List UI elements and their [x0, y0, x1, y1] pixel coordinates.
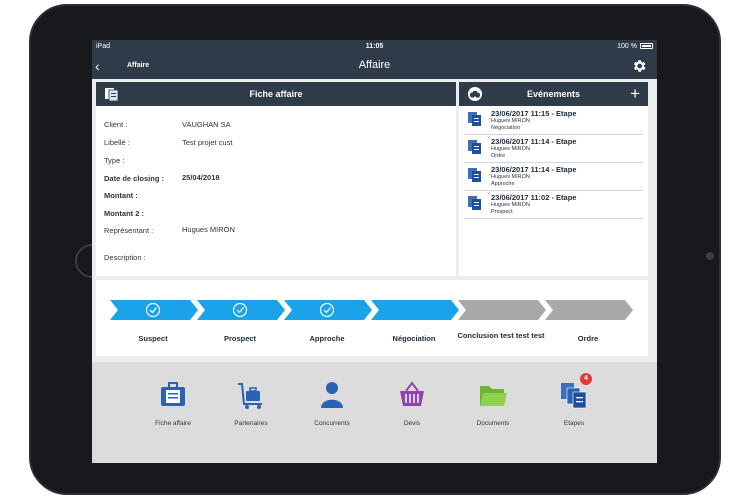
evenements-title: Evénements — [526, 89, 581, 99]
date-closing-value: 25/04/2018 — [182, 173, 220, 182]
evenements-panel: Evénements + 23/06/2017 11:15 - Etape Hu… — [459, 82, 648, 276]
libelle-label: Libellé : — [104, 138, 130, 147]
event-user: Hugues MIRON — [491, 146, 530, 152]
stage-doc-icon — [468, 140, 481, 154]
event-title: 23/06/2017 11:15 - Etape — [491, 109, 577, 118]
toolbar-label: Etapes — [563, 420, 585, 427]
event-stage: Ordre — [491, 153, 506, 159]
toolbar-label: Documents — [476, 420, 510, 427]
event-stage: Prospect — [491, 209, 513, 215]
montant-label: Montant : — [104, 191, 138, 200]
toolbar-label: Fiche affaire — [155, 420, 191, 427]
client-value: VAUGHAN SA — [182, 120, 231, 129]
step-label: Suspect — [138, 334, 168, 343]
add-event-icon[interactable]: + — [630, 85, 640, 102]
toolbar-fiche-affaire[interactable]: Fiche affaire — [138, 380, 208, 427]
page-title: Affaire — [358, 59, 391, 71]
montant2-label: Montant 2 : — [104, 209, 144, 218]
basket-icon — [400, 381, 424, 406]
camera — [706, 252, 714, 260]
event-item[interactable]: 23/06/2017 11:15 - Etape Hugues MIRON Né… — [465, 108, 643, 135]
libelle-value: Test projet cust — [182, 138, 233, 147]
stage-doc-icon — [468, 196, 481, 210]
step-label: Conclusion test test test — [457, 331, 545, 340]
fiche-affaire-header: Fiche affaire — [96, 82, 456, 106]
event-title: 23/06/2017 11:14 - Etape — [491, 137, 577, 146]
representant-label: Représentant : — [104, 226, 154, 235]
toolbar-label: Concurrents — [314, 420, 350, 427]
event-item[interactable]: 23/06/2017 11:14 - Etape Hugues MIRON Or… — [465, 136, 643, 163]
folder-icon — [480, 386, 507, 406]
fiche-affaire-title: Fiche affaire — [249, 89, 303, 99]
person-icon — [321, 382, 343, 408]
event-user: Hugues MIRON — [491, 202, 530, 208]
pipeline-arrows — [110, 300, 633, 320]
status-bar: iPad 11:05 100 % — [92, 40, 657, 54]
luggage-cart-icon — [238, 383, 262, 409]
battery-icon — [640, 43, 653, 49]
briefcase-icon — [161, 382, 185, 406]
toolbar-concurrents[interactable]: Concurrents — [297, 380, 367, 427]
stage-doc-icon — [468, 168, 481, 182]
status-time: 11:05 — [365, 43, 384, 50]
step-label: Approche — [309, 334, 345, 343]
pipeline-steps: Suspect Prospect Approche Négociation Co… — [96, 280, 648, 356]
toolbar-etapes[interactable]: 4 Etapes — [539, 373, 609, 427]
type-label: Type : — [104, 156, 125, 165]
gear-icon[interactable] — [631, 58, 647, 74]
representant-value: Hugues MIRON — [182, 225, 235, 234]
nav-bar: ‹ Affaire Affaire — [92, 54, 657, 79]
date-closing-label: Date de closing : — [104, 174, 165, 183]
event-title: 23/06/2017 11:14 - Etape — [491, 165, 577, 174]
toolbar-devis[interactable]: Devis — [377, 380, 447, 427]
client-label: Client : — [104, 120, 128, 129]
event-stage: Négociation — [491, 125, 521, 131]
step-label: Prospect — [223, 334, 257, 343]
event-title: 23/06/2017 11:02 - Etape — [491, 193, 577, 202]
stage-doc-icon — [468, 112, 481, 126]
event-stage: Approche — [491, 181, 515, 187]
event-user: Hugues MIRON — [491, 118, 530, 124]
fiche-affaire-panel: Fiche affaire Client : VAUGHAN SA Libell… — [96, 82, 456, 276]
bottom-toolbar: Fiche affaire Partenaires Concurrents De… — [92, 362, 657, 463]
notification-badge: 4 — [580, 373, 592, 385]
event-item[interactable]: 23/06/2017 11:14 - Etape Hugues MIRON Ap… — [465, 164, 643, 191]
step-arrow-negociation[interactable] — [371, 300, 459, 320]
step-arrow-ordre[interactable] — [545, 300, 633, 320]
battery-percent: 100 % — [617, 43, 637, 50]
evenements-header: Evénements + — [459, 82, 648, 106]
toolbar-documents[interactable]: Documents — [458, 380, 528, 427]
event-user: Hugues MIRON — [491, 174, 530, 180]
event-item[interactable]: 23/06/2017 11:02 - Etape Hugues MIRON Pr… — [465, 192, 643, 219]
step-label: Négociation — [392, 334, 436, 343]
toolbar-label: Devis — [403, 420, 421, 427]
description-label: Description : — [104, 253, 146, 262]
step-label: Ordre — [577, 334, 599, 343]
toolbar-partenaires[interactable]: Partenaires — [216, 380, 286, 427]
toolbar-label: Partenaires — [234, 420, 268, 427]
app-screen: iPad 11:05 100 % ‹ Affaire Affaire Fiche… — [92, 40, 657, 463]
step-arrow-conclusion[interactable] — [458, 300, 546, 320]
